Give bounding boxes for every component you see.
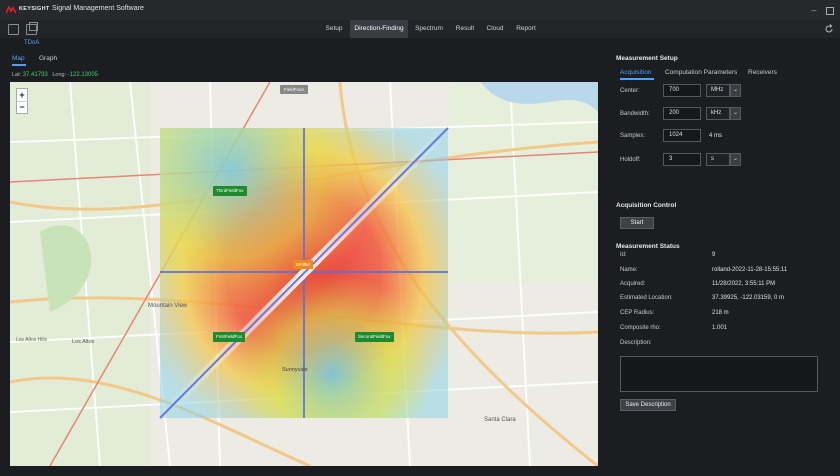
tab-tdoa[interactable]: TDoA: [24, 40, 39, 46]
center-label: Center:: [620, 88, 640, 94]
marker-fieldfox4[interactable]: FieldFox4: [280, 85, 308, 94]
acquisition-control-title: Acquisition Control: [616, 202, 677, 209]
lat-label: Lat:: [12, 72, 22, 78]
tab-result[interactable]: Result: [452, 20, 478, 38]
save-description-button[interactable]: Save Description: [620, 399, 676, 411]
chevron-down-icon[interactable]: ⌄: [730, 153, 741, 166]
marker-third-fieldfox[interactable]: ThirdFieldFox: [213, 186, 247, 196]
place-label-los-altos-hills: Los Altos Hills: [16, 337, 48, 343]
center-input[interactable]: 700: [663, 84, 701, 97]
status-id-label: Id:: [620, 252, 627, 258]
status-cep-value: 218 m: [712, 310, 729, 316]
status-id-value: 9: [712, 252, 716, 258]
status-cep-label: CEP Radius:: [620, 310, 655, 316]
chevron-down-icon[interactable]: ⌄: [730, 107, 741, 120]
map-tab-underline: [12, 64, 26, 66]
zoom-out-button[interactable]: −: [17, 102, 27, 114]
tab-direction-finding[interactable]: Direction-Finding: [350, 20, 408, 38]
copy-icon[interactable]: [26, 22, 38, 35]
status-name-label: Name:: [620, 267, 638, 273]
status-location-label: Estimated Location:: [620, 295, 673, 301]
map-graphic: [10, 82, 598, 466]
marker-emitter[interactable]: Emitter: [293, 260, 314, 269]
acquisition-tab-underline: [620, 78, 654, 80]
minimize-icon[interactable]: –: [808, 4, 820, 16]
description-textarea[interactable]: [620, 356, 818, 392]
samples-input[interactable]: 1024: [663, 129, 701, 142]
marker-second-fieldfox[interactable]: SecondFieldFox: [355, 332, 394, 342]
status-rho-label: Composite rho:: [620, 325, 661, 331]
holdoff-unit-select[interactable]: s: [706, 153, 730, 166]
status-name-value: rolland-2022-11-28-15:55:11: [712, 267, 788, 273]
tab-map[interactable]: Map: [12, 55, 25, 62]
bandwidth-label: Bandwidth:: [620, 111, 650, 117]
status-acquired-label: Acquired:: [620, 281, 646, 287]
tab-cloud[interactable]: Cloud: [484, 20, 506, 38]
panel-icon[interactable]: [8, 24, 19, 35]
tab-setup[interactable]: Setup: [322, 20, 346, 38]
tab-report[interactable]: Report: [513, 20, 539, 38]
status-acquired-value: 11/28/2022, 3:55:11 PM: [712, 281, 776, 287]
zoom-control: + −: [16, 88, 28, 114]
bandwidth-unit-select[interactable]: kHz: [706, 107, 730, 120]
place-label-santa-clara: Santa Clara: [484, 417, 516, 423]
center-unit-select[interactable]: MHz: [706, 84, 730, 97]
status-description-label: Description:: [620, 340, 652, 346]
tab-graph[interactable]: Graph: [39, 55, 57, 62]
app-title: Signal Management Software: [52, 5, 144, 12]
holdoff-input[interactable]: 3: [663, 153, 701, 166]
measurement-setup-title: Measurement Setup: [616, 55, 678, 62]
map-canvas[interactable]: + − Mountain View Los Altos Los Altos Hi…: [10, 82, 598, 466]
keysight-wave-icon: [6, 6, 16, 14]
tab-acquisition[interactable]: Acquisition: [620, 69, 651, 76]
chevron-down-icon[interactable]: ⌄: [730, 84, 741, 97]
place-label-los-altos: Los Altos: [72, 339, 95, 345]
long-value: -122.13005: [67, 72, 99, 78]
long-label: Long:: [52, 72, 67, 78]
zoom-in-button[interactable]: +: [17, 89, 27, 102]
lat-value: 37.41793: [22, 72, 48, 78]
tab-receivers[interactable]: Receivers: [748, 69, 777, 76]
tab-spectrum[interactable]: Spectrum: [412, 20, 446, 38]
sub-header: [0, 38, 840, 51]
holdoff-label: Holdoff:: [620, 157, 641, 163]
marker-first-fieldfox[interactable]: FirstFieldFox: [213, 332, 246, 342]
status-bar: [0, 466, 840, 476]
start-button[interactable]: Start: [620, 217, 654, 229]
maximize-icon[interactable]: [824, 4, 836, 16]
place-label-mountain-view: Mountain View: [148, 303, 188, 309]
brand-name: KEYSIGHT: [19, 6, 50, 12]
title-bar: KEYSIGHT Signal Management Software –: [0, 0, 840, 20]
status-rho-value: 1.001: [712, 325, 728, 331]
samples-duration: 4 ms: [709, 133, 723, 139]
refresh-icon[interactable]: [824, 24, 834, 34]
tab-computation-parameters[interactable]: Computation Parameters: [665, 69, 737, 76]
samples-label: Samples:: [620, 133, 646, 139]
measurement-status-title: Measurement Status: [616, 243, 680, 250]
bandwidth-input[interactable]: 200: [663, 107, 701, 120]
status-location-value: 37.39925, -122.03159, 0 m: [712, 295, 785, 301]
place-label-sunnyvale: Sunnyvale: [282, 367, 308, 373]
cursor-coordinates: Lat: 37.41793 Long: -122.13005: [12, 72, 98, 78]
